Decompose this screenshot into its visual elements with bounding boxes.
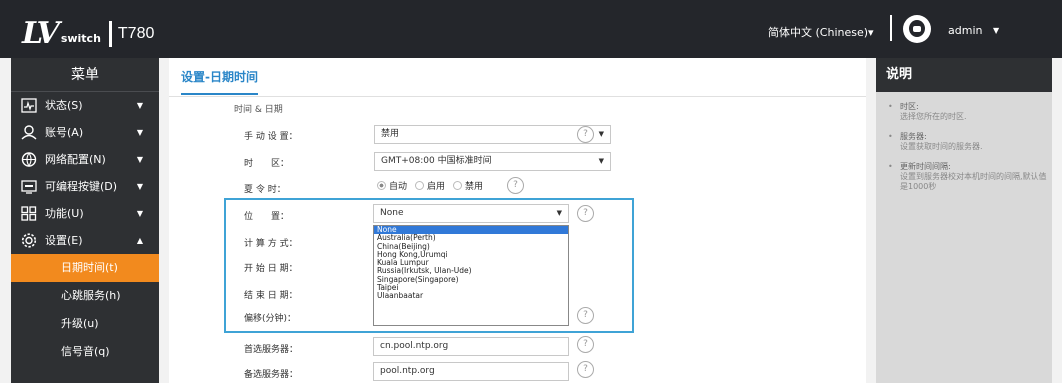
sidebar-subitem-heartbeat[interactable]: 心跳服务(h) xyxy=(11,282,159,310)
help-icon[interactable]: ? xyxy=(577,361,594,378)
manual-setting-select[interactable]: 禁用 ▼ xyxy=(374,125,611,144)
primary-server-input[interactable]: cn.pool.ntp.org xyxy=(373,337,569,356)
sidebar-item-label: 功能(U) xyxy=(45,207,84,220)
help-item-title: 服务器: xyxy=(900,132,927,141)
dst-option-auto[interactable]: 自动 xyxy=(377,179,407,192)
chevron-down-icon: ▼ xyxy=(556,209,562,217)
help-item: 服务器: 设置获取时间的服务器. xyxy=(876,132,1052,152)
dst-option-disable[interactable]: 禁用 xyxy=(453,179,483,192)
dst-option-label: 启用 xyxy=(427,182,446,192)
chevron-up-icon: ▲ xyxy=(136,236,143,245)
location-dropdown-list: None Australia(Perth) China(Beijing) Hon… xyxy=(373,225,569,326)
radio-selected-icon xyxy=(377,181,386,190)
dst-option-label: 自动 xyxy=(389,182,408,192)
dropdown-option[interactable]: Ulaanbaatar xyxy=(374,292,568,301)
help-item-title: 更新时间间隔: xyxy=(900,162,951,171)
help-item-desc: 设置获取时间的服务器. xyxy=(900,142,983,151)
dst-label: 夏 令 时： xyxy=(244,185,286,195)
timezone-select[interactable]: GMT+08:00 中国标准时间 ▼ xyxy=(374,152,611,171)
keyboard-icon xyxy=(21,180,37,194)
sidebar-menu: 菜单 状态(S) ▼ 账号(A) ▼ 网络配置(N) ▼ 可编程按键(D) ▼ … xyxy=(11,58,159,383)
dst-radio-group: 自动 启用 禁用 xyxy=(377,179,483,192)
sidebar-subitem-datetime[interactable]: 日期时间(t) xyxy=(11,254,159,282)
tab-divider xyxy=(169,96,866,97)
chevron-down-icon: ▼ xyxy=(136,128,143,137)
sidebar-item-network[interactable]: 网络配置(N) ▼ xyxy=(11,146,159,173)
location-value: None xyxy=(380,208,404,218)
chevron-down-icon: ▼ xyxy=(136,209,143,218)
help-icon[interactable]: ? xyxy=(577,126,594,143)
help-panel-title: 说明 xyxy=(876,58,1052,92)
sidebar-item-label: 账号(A) xyxy=(45,126,84,139)
network-icon xyxy=(21,152,37,167)
secondary-server-input[interactable]: pool.ntp.org xyxy=(373,362,569,381)
dst-option-label: 禁用 xyxy=(465,182,484,192)
sidebar-item-programmable-keys[interactable]: 可编程按键(D) ▼ xyxy=(11,173,159,200)
radio-icon xyxy=(415,181,425,190)
calc-method-label: 计 算 方 式： xyxy=(244,239,298,249)
location-select[interactable]: None ▼ xyxy=(373,204,569,223)
dropdown-option[interactable]: Singapore(Singapore) xyxy=(374,275,568,284)
sidebar-item-settings[interactable]: 设置(E) ▲ xyxy=(11,227,159,254)
language-caret-icon: ▾ xyxy=(868,26,874,39)
header-divider xyxy=(890,15,892,41)
chevron-down-icon: ▼ xyxy=(598,130,604,138)
primary-server-label: 首选服务器： xyxy=(244,345,299,355)
manual-setting-label: 手 动 设 置： xyxy=(244,132,298,142)
sidebar-item-label: 状态(S) xyxy=(45,99,83,112)
chevron-down-icon: ▼ xyxy=(136,155,143,164)
logo-switch-text: switch xyxy=(60,32,101,45)
chevron-down-icon: ▼ xyxy=(136,101,143,110)
language-label: 简体中文 (Chinese) xyxy=(768,26,869,39)
main-content: 设置-日期时间 时间 & 日期 手 动 设 置： 禁用 ▼ ? 时 区： GMT… xyxy=(169,58,866,383)
settings-icon xyxy=(21,233,37,248)
device-model: T780 xyxy=(117,24,155,42)
chevron-down-icon: ▼ xyxy=(136,182,143,191)
manual-setting-value: 禁用 xyxy=(381,129,400,139)
secondary-server-label: 备选服务器： xyxy=(244,370,299,380)
help-item-title: 时区: xyxy=(900,102,919,111)
offset-label: 偏移(分钟)： xyxy=(244,314,297,324)
section-title: 时间 & 日期 xyxy=(234,105,283,115)
start-date-label: 开 始 日 期： xyxy=(244,264,298,274)
sidebar-item-label: 网络配置(N) xyxy=(45,153,106,166)
help-icon[interactable]: ? xyxy=(577,205,594,222)
user-menu-caret-icon[interactable]: ▼ xyxy=(993,26,999,35)
help-icon[interactable]: ? xyxy=(577,336,594,353)
sidebar-title: 菜单 xyxy=(11,58,159,92)
features-icon xyxy=(21,206,37,221)
language-selector[interactable]: 简体中文 (Chinese)▾ xyxy=(768,24,874,40)
logo-divider xyxy=(108,20,112,47)
end-date-label: 结 束 日 期： xyxy=(244,291,298,301)
sidebar-subitem-upgrade[interactable]: 升级(u) xyxy=(11,310,159,338)
help-item-desc: 选择您所在的时区. xyxy=(900,112,967,121)
help-panel: 说明 时区: 选择您所在的时区. 服务器: 设置获取时间的服务器. 更新时间间隔… xyxy=(876,58,1052,383)
help-item: 更新时间间隔: 设置到服务器校对本机时间的间隔,默认值是1000秒 xyxy=(876,162,1052,192)
logo-mark: LV xyxy=(22,16,60,51)
dst-option-enable[interactable]: 启用 xyxy=(415,179,445,192)
top-header: LV switch T780 简体中文 (Chinese)▾ admin ▼ xyxy=(0,0,1062,58)
help-item-desc: 设置到服务器校对本机时间的间隔,默认值是1000秒 xyxy=(900,172,1047,191)
sidebar-subitem-tones[interactable]: 信号音(q) xyxy=(11,338,159,366)
sidebar-item-label: 设置(E) xyxy=(45,234,83,247)
help-item: 时区: 选择您所在的时区. xyxy=(876,102,1052,122)
sidebar-item-account[interactable]: 账号(A) ▼ xyxy=(11,119,159,146)
sidebar-item-status[interactable]: 状态(S) ▼ xyxy=(11,92,159,119)
timezone-value: GMT+08:00 中国标准时间 xyxy=(381,156,492,166)
location-label: 位 置： xyxy=(244,212,290,222)
timezone-label: 时 区： xyxy=(244,159,290,169)
help-icon[interactable]: ? xyxy=(577,307,594,324)
radio-icon xyxy=(453,181,463,190)
help-icon[interactable]: ? xyxy=(507,177,524,194)
user-avatar-icon[interactable] xyxy=(903,15,931,43)
account-icon xyxy=(21,125,37,140)
tab-datetime[interactable]: 设置-日期时间 xyxy=(181,68,258,95)
status-icon xyxy=(21,98,37,113)
chevron-down-icon: ▼ xyxy=(598,157,604,165)
user-name[interactable]: admin xyxy=(948,24,982,37)
sidebar-item-label: 可编程按键(D) xyxy=(45,180,118,193)
sidebar-item-features[interactable]: 功能(U) ▼ xyxy=(11,200,159,227)
brand-logo: LV switch T780 xyxy=(22,16,154,51)
